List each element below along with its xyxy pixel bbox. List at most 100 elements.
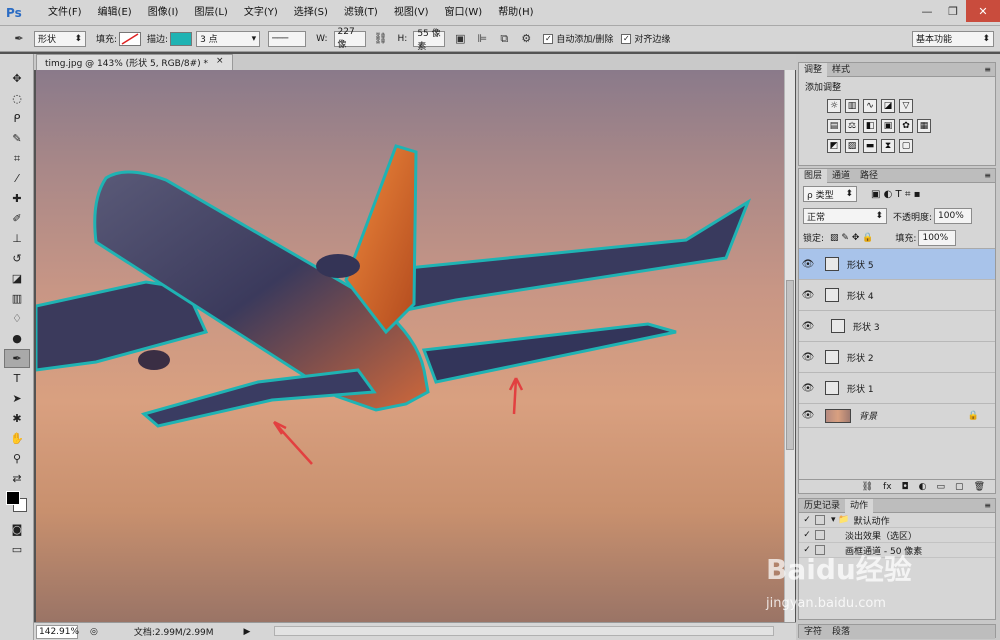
path-select-tool-icon[interactable]: ➤ (4, 389, 30, 408)
tab-character[interactable]: 字符 (799, 625, 827, 639)
adjustment-layer-icon[interactable]: ◐ (919, 482, 927, 492)
threshold-icon[interactable]: ▬ (863, 139, 877, 153)
eyedropper-tool-icon[interactable]: ⁄ (4, 169, 30, 188)
pen-tool-preset-icon[interactable]: ✒ (11, 31, 27, 47)
fill-input[interactable]: 100% (918, 229, 957, 246)
hand-tool-icon[interactable]: ✋ (4, 429, 30, 448)
stroke-swatch[interactable] (170, 31, 193, 46)
workspace-select[interactable]: 基本功能 ⬍ (912, 30, 994, 47)
height-input[interactable]: 55 像素 (413, 29, 446, 52)
restore-button[interactable]: ❐ (940, 0, 966, 22)
minimize-button[interactable]: — (914, 0, 940, 22)
filter-pixel-icon[interactable]: ▣ ◐ T ⌗ ▪ (871, 189, 920, 200)
blur-tool-icon[interactable]: ♢ (4, 309, 30, 328)
tab-history[interactable]: 历史记录 (799, 499, 845, 513)
layer-row[interactable]: 👁 形状 4 (799, 280, 995, 311)
gear-icon[interactable]: ⚙ (518, 31, 534, 47)
tab-paths[interactable]: 路径 (855, 169, 883, 183)
exposure-icon[interactable]: ◪ (881, 99, 895, 113)
posterize-icon[interactable]: ▨ (845, 139, 859, 153)
eye-icon[interactable]: 👁 (799, 259, 817, 270)
menu-edit[interactable]: 编辑(E) (90, 0, 140, 26)
quick-mask-icon[interactable]: ◙ (4, 520, 30, 539)
brush-tool-icon[interactable]: ✐ (4, 209, 30, 228)
menu-view[interactable]: 视图(V) (386, 0, 437, 26)
menu-layer[interactable]: 图层(L) (186, 0, 235, 26)
tab-styles[interactable]: 样式 (827, 63, 855, 77)
close-button[interactable]: ✕ (966, 0, 1000, 22)
color-lookup-icon[interactable]: ▦ (917, 119, 931, 133)
shape-tool-icon[interactable]: ✱ (4, 409, 30, 428)
hue-saturation-icon[interactable]: ▤ (827, 119, 841, 133)
levels-icon[interactable]: ▥ (845, 99, 859, 113)
fx-icon[interactable]: fx (883, 482, 892, 492)
eraser-tool-icon[interactable]: ◪ (4, 269, 30, 288)
panel-menu-icon[interactable]: ≡ (984, 501, 991, 510)
status-menu-icon[interactable]: ▶ (244, 627, 251, 637)
dialog-toggle[interactable] (815, 515, 825, 525)
menu-help[interactable]: 帮助(H) (490, 0, 541, 26)
photo-filter-icon[interactable]: ▣ (881, 119, 895, 133)
link-layers-icon[interactable]: ⛓ (862, 482, 873, 492)
vibrance-icon[interactable]: ▽ (899, 99, 913, 113)
dialog-toggle[interactable] (815, 530, 825, 540)
history-brush-tool-icon[interactable]: ↺ (4, 249, 30, 268)
layer-row[interactable]: 👁 形状 3 (799, 311, 995, 342)
tab-actions[interactable]: 动作 (845, 498, 874, 513)
stroke-type-select[interactable]: ─── (268, 30, 307, 47)
gradient-tool-icon[interactable]: ▥ (4, 289, 30, 308)
layer-filter-select[interactable]: ρ 类型 ⬍ (803, 186, 857, 202)
panel-menu-icon[interactable]: ≡ (984, 65, 991, 74)
menu-type[interactable]: 文字(Y) (236, 0, 286, 26)
quick-select-tool-icon[interactable]: ✎ (4, 129, 30, 148)
info-icon[interactable]: ◎ (90, 627, 98, 637)
pen-tool-icon[interactable]: ✒ (4, 349, 30, 368)
path-alignment-icon[interactable]: ⊫ (474, 31, 490, 47)
image-canvas[interactable] (36, 70, 784, 622)
new-group-icon[interactable]: ▭ (937, 482, 946, 492)
invert-icon[interactable]: ◩ (827, 139, 841, 153)
layer-row[interactable]: 👁 形状 2 (799, 342, 995, 373)
dodge-tool-icon[interactable]: ● (4, 329, 30, 348)
close-icon[interactable]: × (216, 56, 224, 69)
eye-icon[interactable]: 👁 (799, 410, 817, 421)
add-mask-icon[interactable]: ◘ (902, 482, 909, 492)
action-row[interactable]: ✓ 淡出效果（选区） (799, 528, 995, 543)
check-icon[interactable]: ✓ (799, 530, 815, 540)
new-layer-icon[interactable]: ▢ (955, 482, 964, 492)
eye-icon[interactable]: 👁 (799, 383, 817, 394)
tab-adjustments[interactable]: 调整 (799, 62, 828, 77)
color-balance-icon[interactable]: ⚖ (845, 119, 859, 133)
curves-icon[interactable]: ∿ (863, 99, 877, 113)
marquee-tool-icon[interactable]: ◌ (4, 89, 30, 108)
gradient-map-icon[interactable]: ⧗ (881, 139, 895, 153)
layer-row[interactable]: 👁 背景 🔒 (799, 404, 995, 428)
menu-window[interactable]: 窗口(W) (436, 0, 490, 26)
eye-icon[interactable]: 👁 (799, 290, 817, 301)
zoom-tool-icon[interactable]: ⚲ (4, 449, 30, 468)
path-arrangement-icon[interactable]: ⧉ (496, 31, 512, 47)
align-edges-checkbox[interactable]: ✓ (621, 33, 632, 44)
width-input[interactable]: 227 像 (333, 27, 366, 50)
foreground-color-swatch[interactable] (6, 491, 20, 505)
horizontal-scrollbar[interactable] (274, 626, 774, 636)
tab-channels[interactable]: 通道 (827, 169, 855, 183)
mode-select[interactable]: 形状 ⬍ (34, 30, 86, 47)
stroke-size-select[interactable]: 3 点 ▾ (196, 30, 261, 47)
layer-row[interactable]: 👁 形状 1 (799, 373, 995, 404)
menu-file[interactable]: 文件(F) (40, 0, 90, 26)
lasso-tool-icon[interactable]: ᑭ (4, 109, 30, 128)
channel-mixer-icon[interactable]: ✿ (899, 119, 913, 133)
tab-paragraph[interactable]: 段落 (827, 625, 855, 639)
zoom-field[interactable]: 142.91% (36, 624, 79, 639)
tab-layers[interactable]: 图层 (799, 168, 828, 183)
eye-icon[interactable]: 👁 (799, 352, 817, 363)
vertical-scroll-thumb[interactable] (786, 280, 794, 450)
path-operations-icon[interactable]: ▣ (452, 31, 468, 47)
blend-mode-select[interactable]: 正常 ⬍ (803, 208, 887, 224)
action-set-row[interactable]: ✓ ▾ 📁 默认动作 (799, 513, 995, 528)
vertical-scrollbar[interactable] (784, 70, 795, 622)
type-tool-icon[interactable]: T (4, 369, 30, 388)
brightness-icon[interactable]: ☼ (827, 99, 841, 113)
panel-menu-icon[interactable]: ≡ (984, 171, 991, 180)
